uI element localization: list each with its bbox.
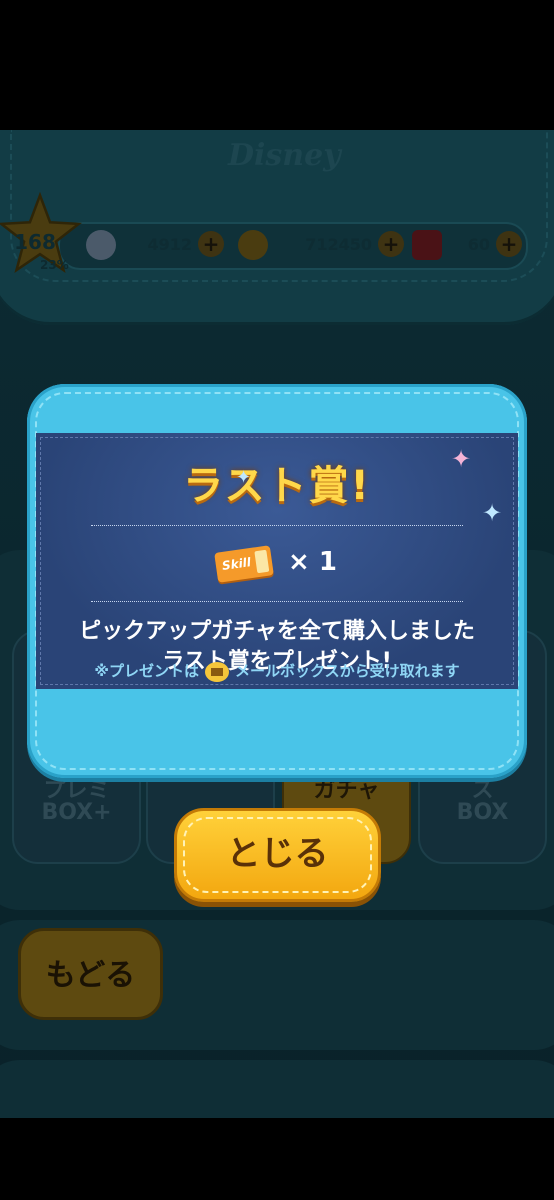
reward-quantity: × 1 <box>288 547 337 577</box>
mail-icon <box>205 661 230 682</box>
divider <box>91 601 463 602</box>
add-rubies-button[interactable]: + <box>496 231 522 257</box>
skill-ticket-icon: Skill <box>214 545 274 583</box>
mailbox-note: ※プレゼントは メールボックスから受け取れます <box>27 660 527 682</box>
dialog-body: ラスト賞! ✦ ✦ ✦ Skill × 1 ピックアップガチャを全て購入しました… <box>36 433 518 689</box>
ticket-stub <box>254 549 270 574</box>
coins-value: 712450 <box>305 235 372 254</box>
add-hearts-button[interactable]: + <box>198 231 224 257</box>
back-button[interactable]: もどる <box>18 928 163 1020</box>
note-prefix: ※プレゼントは <box>94 662 200 680</box>
disney-logo: Disney <box>228 138 341 173</box>
tile-label: BOX+ <box>41 800 112 825</box>
reward-row: Skill × 1 <box>36 545 518 587</box>
level-number: 168 <box>14 230 56 254</box>
ticket-label: Skill <box>221 555 252 574</box>
ruby-icon <box>412 230 442 260</box>
heart-snowflake-icon <box>86 230 116 260</box>
level-progress: 23% <box>40 258 69 272</box>
sparkle-icon: ✦ <box>451 445 472 473</box>
divider <box>91 525 463 526</box>
note-suffix: メールボックスから受け取れます <box>235 662 460 680</box>
hearts-value: 4912 <box>147 235 192 254</box>
sparkle-icon: ✦ <box>482 499 503 527</box>
message-line-1: ピックアップガチャを全て購入しました <box>79 619 475 644</box>
last-prize-dialog: ラスト賞! ✦ ✦ ✦ Skill × 1 ピックアップガチャを全て購入しました… <box>27 384 527 778</box>
rubies-value: 60 <box>467 235 490 254</box>
close-button-stitch <box>183 817 372 893</box>
sparkle-icon: ✦ <box>236 467 252 488</box>
bottom-panel <box>0 1060 554 1118</box>
coin-icon <box>238 230 268 260</box>
dialog-title: ラスト賞! <box>183 463 371 509</box>
close-button[interactable]: とじる <box>174 808 381 902</box>
add-coins-button[interactable]: + <box>378 231 404 257</box>
tile-label: BOX <box>456 800 509 825</box>
